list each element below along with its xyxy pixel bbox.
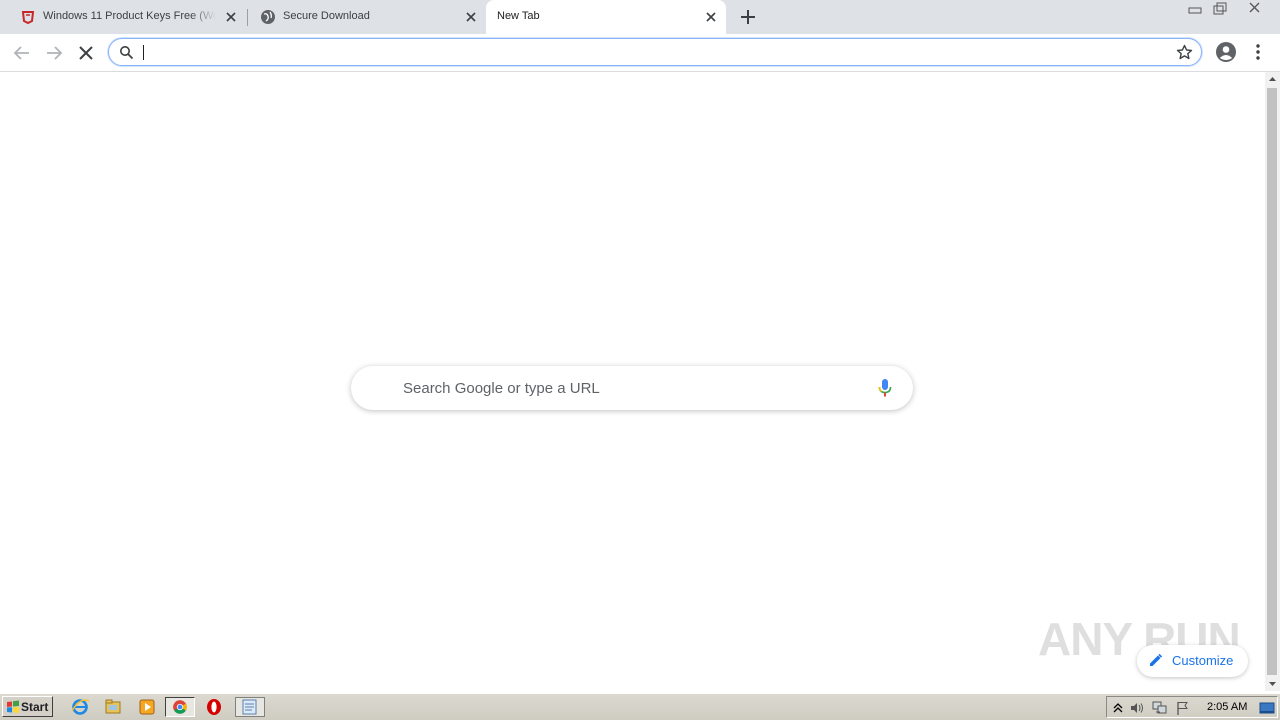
new-tab-plus-icon[interactable] <box>738 7 758 27</box>
tab-new-tab[interactable]: New Tab <box>486 0 726 34</box>
red-shield-icon <box>21 11 35 25</box>
volume-icon[interactable] <box>1129 700 1145 716</box>
close-tab-icon[interactable] <box>704 10 718 24</box>
opera-icon[interactable] <box>203 697 225 717</box>
microphone-icon[interactable] <box>877 378 893 398</box>
vertical-scrollbar[interactable] <box>1265 72 1280 691</box>
close-window-button[interactable] <box>1242 0 1268 18</box>
restore-button[interactable] <box>1209 0 1231 18</box>
show-desktop-icon[interactable] <box>1259 700 1275 716</box>
google-search-box[interactable] <box>351 366 913 410</box>
scrollbar-thumb[interactable] <box>1267 88 1277 675</box>
text-caret <box>143 45 144 60</box>
address-input[interactable] <box>142 43 1142 61</box>
bookmark-star-icon[interactable] <box>1176 44 1193 61</box>
start-label: Start <box>21 700 49 714</box>
internet-explorer-icon[interactable] <box>69 697 91 717</box>
network-icon[interactable] <box>1152 700 1168 716</box>
start-button[interactable]: Start <box>2 696 53 717</box>
address-bar[interactable] <box>108 38 1202 66</box>
tab-strip: Windows 11 Product Keys Free (Wo Secure … <box>0 0 1280 34</box>
browser-toolbar <box>0 34 1280 72</box>
tab-title: New Tab <box>497 10 540 22</box>
back-arrow-icon[interactable] <box>11 42 33 64</box>
kebab-menu-icon[interactable] <box>1251 43 1265 61</box>
system-tray: 2:05 AM <box>1106 696 1278 718</box>
windows-taskbar: Start 2:05 AM <box>0 693 1280 720</box>
customize-button[interactable]: Customize <box>1137 645 1248 677</box>
notepad-icon[interactable] <box>235 697 265 717</box>
tab-secure-download[interactable]: Secure Download <box>248 0 486 34</box>
action-center-flag-icon[interactable] <box>1175 700 1191 716</box>
pencil-icon <box>1150 653 1163 666</box>
media-player-icon[interactable] <box>136 697 158 717</box>
minimize-button[interactable] <box>1184 0 1206 18</box>
forward-arrow-icon[interactable] <box>43 42 65 64</box>
close-tab-icon[interactable] <box>464 10 478 24</box>
search-input[interactable] <box>403 378 853 398</box>
close-tab-icon[interactable] <box>224 10 238 24</box>
tab-title: Windows 11 Product Keys Free (Wo <box>43 10 216 22</box>
tab-title: Secure Download <box>283 10 370 22</box>
search-icon <box>120 46 134 60</box>
new-tab-page: ANY RUN Customize <box>0 72 1265 691</box>
show-hidden-icons-arrow-icon[interactable] <box>1110 700 1126 716</box>
tab-windows-11-product-keys[interactable]: Windows 11 Product Keys Free (Wo <box>8 0 246 34</box>
profile-avatar-icon[interactable] <box>1215 41 1237 63</box>
stop-loading-icon[interactable] <box>75 42 97 64</box>
scroll-down-arrow-icon[interactable] <box>1265 676 1280 691</box>
globe-icon <box>261 10 275 24</box>
customize-label: Customize <box>1172 653 1234 668</box>
windows-logo-icon <box>7 700 19 713</box>
clock[interactable]: 2:05 AM <box>1207 701 1247 713</box>
chrome-icon[interactable] <box>165 697 195 717</box>
scroll-up-arrow-icon[interactable] <box>1265 72 1280 87</box>
folder-icon[interactable] <box>102 697 124 717</box>
